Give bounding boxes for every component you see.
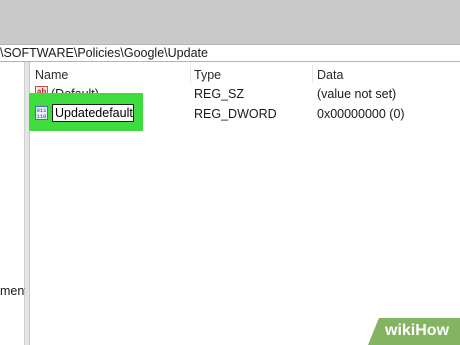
value-type: REG_DWORD bbox=[194, 107, 277, 121]
rename-input-value: Updatedefault bbox=[55, 106, 133, 120]
value-type: REG_SZ bbox=[194, 87, 245, 101]
column-header-type[interactable]: Type bbox=[194, 68, 221, 82]
column-header-name[interactable]: Name bbox=[35, 68, 68, 82]
rename-input[interactable]: Updatedefault bbox=[52, 104, 134, 122]
column-divider[interactable] bbox=[312, 65, 313, 83]
column-divider[interactable] bbox=[190, 65, 191, 83]
wikihow-logo-text: wikiHow bbox=[385, 322, 450, 339]
window-background bbox=[0, 0, 460, 44]
value-data: (value not set) bbox=[317, 87, 397, 101]
value-data: 0x00000000 (0) bbox=[317, 107, 405, 121]
column-header-data[interactable]: Data bbox=[317, 68, 343, 82]
address-path: \SOFTWARE\Policies\Google\Update bbox=[0, 46, 208, 60]
tree-item-label[interactable]: ment bbox=[0, 284, 28, 298]
address-bar[interactable]: \SOFTWARE\Policies\Google\Update bbox=[0, 44, 460, 62]
tree-pane[interactable]: ment bbox=[0, 62, 28, 345]
binary-value-icon: 011 110 bbox=[35, 106, 48, 120]
